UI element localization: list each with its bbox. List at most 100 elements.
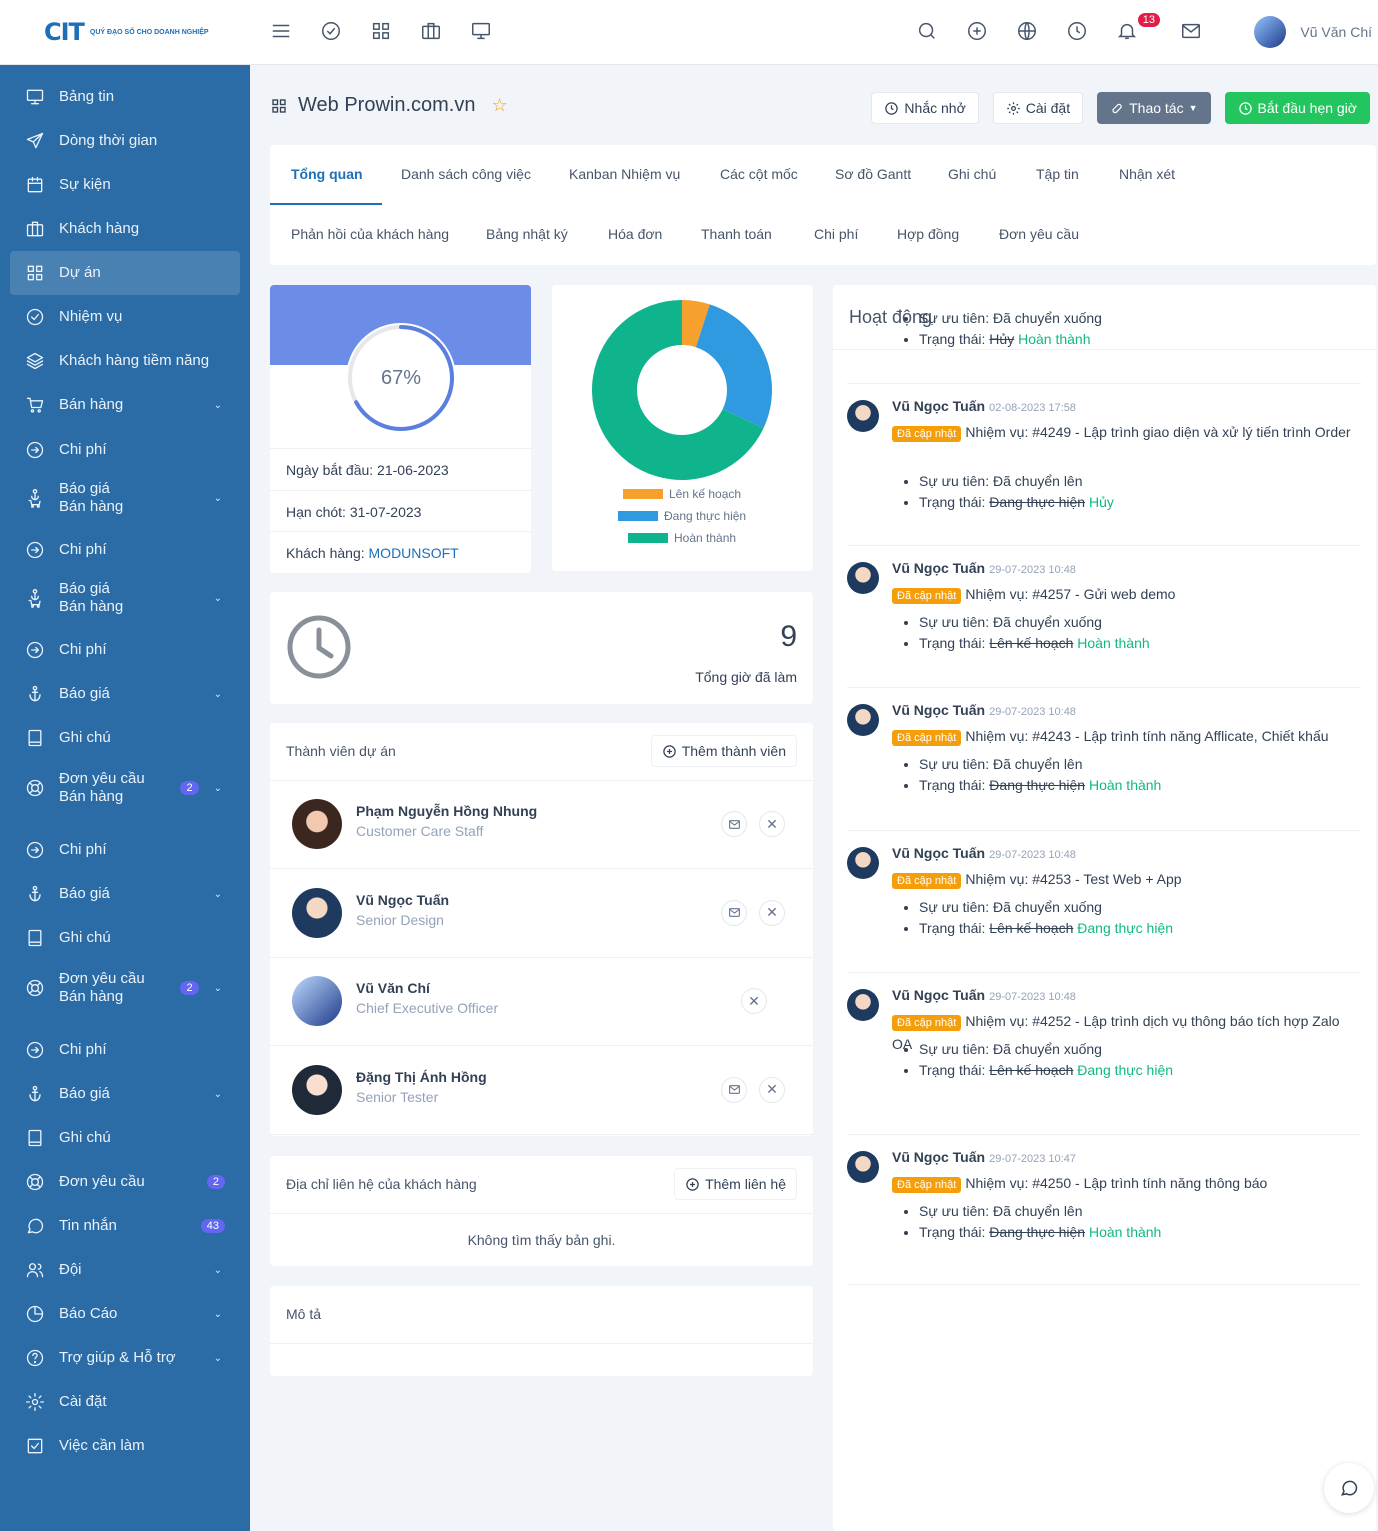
star-icon[interactable]: ☆ <box>491 95 507 116</box>
sidebar-item-8[interactable]: Chi phí <box>10 428 240 472</box>
chat-button[interactable] <box>1324 1463 1374 1513</box>
member-name[interactable]: Vũ Văn Chí <box>356 980 430 996</box>
activity-task[interactable]: Nhiệm vụ: #4249 - Lập trình giao diện và… <box>965 424 1350 440</box>
activity-task[interactable]: Nhiệm vụ: #4243 - Lập trình tính năng Af… <box>965 728 1328 744</box>
activity-time: 29-07-2023 10:47 <box>989 1153 1076 1165</box>
member-name[interactable]: Phạm Nguyễn Hồng Nhung <box>356 803 537 819</box>
sidebar-item-25[interactable]: Đội ⌄ <box>10 1248 240 1292</box>
legend-item[interactable]: Lên kế hoạch <box>623 487 741 501</box>
bell-icon[interactable]: 13 <box>1116 13 1160 42</box>
activity-user-name[interactable]: Vũ Ngọc Tuấn <box>892 398 985 414</box>
sidebar-item-26[interactable]: Báo Cáo ⌄ <box>10 1292 240 1336</box>
remove-member-button[interactable]: ✕ <box>759 1076 785 1103</box>
activity-user-name[interactable]: Vũ Ngọc Tuấn <box>892 845 985 861</box>
settings-button[interactable]: Cài đặt <box>992 92 1084 124</box>
tab-contracts[interactable]: Hợp đồng <box>897 226 959 242</box>
sidebar-item-3[interactable]: Khách hàng <box>10 207 240 251</box>
sidebar-item-2[interactable]: Sự kiện <box>10 163 240 207</box>
member-name[interactable]: Vũ Ngọc Tuấn <box>356 892 449 908</box>
sidebar-item-20[interactable]: Chi phí <box>10 1028 240 1072</box>
menu-icon[interactable] <box>270 20 292 42</box>
activity-user-name[interactable]: Vũ Ngọc Tuấn <box>892 560 985 576</box>
activity-task[interactable]: Nhiệm vụ: #4253 - Test Web + App <box>965 871 1181 887</box>
avatar <box>847 704 879 736</box>
grid-icon[interactable] <box>370 20 392 42</box>
email-member-button[interactable] <box>721 899 747 926</box>
email-member-button[interactable] <box>721 811 747 837</box>
tab-kanban[interactable]: Kanban Nhiệm vụ <box>569 166 680 182</box>
sidebar-item-1[interactable]: Dòng thời gian <box>10 119 240 163</box>
activity-item: Vũ Ngọc Tuấn 29-07-2023 10:48 Đã cập nhật… <box>847 987 1361 1135</box>
briefcase-icon[interactable] <box>420 20 442 42</box>
tab-customer-feedback[interactable]: Phản hồi của khách hàng <box>291 226 449 242</box>
tab-notes[interactable]: Ghi chú <box>948 166 996 182</box>
add-contact-button[interactable]: Thêm liên hệ <box>674 1168 797 1200</box>
sidebar-item-15[interactable]: Đơn yêu cầu Bán hàng 2 ⌄ <box>10 766 240 810</box>
donut-slice-1[interactable] <box>695 304 772 429</box>
activity-task[interactable]: Nhiệm vụ: #4250 - Lập trình tính năng th… <box>965 1175 1267 1191</box>
sidebar-item-5[interactable]: Nhiệm vụ <box>10 295 240 339</box>
sidebar-item-28[interactable]: Cài đặt <box>10 1380 240 1424</box>
sidebar-item-0[interactable]: Bảng tin <box>10 75 240 119</box>
tab-payments[interactable]: Thanh toán <box>701 226 772 242</box>
plus-circle-icon[interactable] <box>966 20 988 42</box>
tab-expenses[interactable]: Chi phí <box>814 226 858 242</box>
tab-task-list[interactable]: Danh sách công việc <box>401 166 531 182</box>
sidebar-item-6[interactable]: Khách hàng tiềm năng <box>10 339 240 383</box>
tab-files[interactable]: Tập tin <box>1036 166 1079 182</box>
sidebar-item-14[interactable]: Ghi chú <box>10 716 240 760</box>
activity-user-name[interactable]: Vũ Ngọc Tuấn <box>892 702 985 718</box>
email-member-button[interactable] <box>721 1076 747 1103</box>
sidebar-item-7[interactable]: Bán hàng ⌄ <box>10 383 240 427</box>
brand-logo[interactable]: CIT QUÝ ĐẠO SỐ CHO DOANH NGHIỆP <box>44 18 209 46</box>
remove-member-button[interactable]: ✕ <box>759 899 785 926</box>
operations-dropdown[interactable]: Thao tác ▼ <box>1097 92 1211 124</box>
sidebar-item-23[interactable]: Đơn yêu cầu 2 <box>10 1160 240 1204</box>
tab-comments[interactable]: Nhận xét <box>1119 166 1175 182</box>
check-circle-icon[interactable] <box>320 20 342 42</box>
sidebar-item-18[interactable]: Ghi chú <box>10 916 240 960</box>
add-member-button[interactable]: Thêm thành viên <box>650 735 797 767</box>
remove-member-button[interactable]: ✕ <box>759 811 785 837</box>
sidebar-item-text: Báo giá <box>59 1085 110 1102</box>
tab-requests[interactable]: Đơn yêu cầu <box>999 226 1079 242</box>
monitor-icon[interactable] <box>470 20 492 42</box>
sidebar-item-19[interactable]: Đơn yêu cầu Bán hàng 2 ⌄ <box>10 966 240 1010</box>
tab-milestones[interactable]: Các cột mốc <box>720 166 798 182</box>
tab-invoices[interactable]: Hóa đơn <box>608 226 662 242</box>
sidebar-item-11[interactable]: Báo giá Bán hàng ⌄ <box>10 576 240 620</box>
sidebar-item-16[interactable]: Chi phí <box>10 828 240 872</box>
legend-item[interactable]: Đang thực hiện <box>618 509 746 523</box>
tab-overview[interactable]: Tổng quan <box>291 166 363 182</box>
user-menu[interactable]: Vũ Văn Chí <box>1254 16 1372 48</box>
remind-button[interactable]: Nhắc nhở <box>871 92 979 124</box>
sidebar-item-label: Đơn yêu cầu Bán hàng <box>59 970 180 1006</box>
tab-timesheet[interactable]: Bảng nhật ký <box>486 226 568 242</box>
legend-item[interactable]: Hoàn thành <box>628 531 736 545</box>
sidebar-item-17[interactable]: Báo giá ⌄ <box>10 872 240 916</box>
sidebar-item-9[interactable]: Báo giá Bán hàng ⌄ <box>10 476 240 520</box>
sidebar-item-12[interactable]: Chi phí <box>10 628 240 672</box>
search-icon[interactable] <box>916 20 938 42</box>
sidebar-item-10[interactable]: Chi phí <box>10 528 240 572</box>
activity-user-name[interactable]: Vũ Ngọc Tuấn <box>892 1149 985 1165</box>
tab-gantt[interactable]: Sơ đồ Gantt <box>835 166 911 182</box>
member-name[interactable]: Đặng Thị Ánh Hồng <box>356 1069 487 1085</box>
clock-icon[interactable] <box>1066 20 1088 42</box>
priority-label: Sự ưu tiên: <box>919 1041 993 1057</box>
start-timer-button[interactable]: Bắt đầu hẹn giờ <box>1224 92 1370 124</box>
sidebar-item-4[interactable]: Dự án <box>10 251 240 295</box>
sidebar-item-21[interactable]: Báo giá ⌄ <box>10 1072 240 1116</box>
customer-link[interactable]: MODUNSOFT <box>369 545 459 561</box>
activity-user-name[interactable]: Vũ Ngọc Tuấn <box>892 987 985 1003</box>
sidebar-item-29[interactable]: Việc cần làm <box>10 1424 240 1468</box>
sidebar-item-27[interactable]: Trợ giúp & Hỗ trợ ⌄ <box>10 1336 240 1380</box>
remove-member-button[interactable]: ✕ <box>741 988 767 1014</box>
sidebar-item-22[interactable]: Ghi chú <box>10 1116 240 1160</box>
sidebar-item-13[interactable]: Báo giá ⌄ <box>10 672 240 716</box>
mail-icon[interactable] <box>1180 20 1202 42</box>
legend-swatch <box>618 511 658 521</box>
sidebar-item-24[interactable]: Tin nhắn 43 <box>10 1204 240 1248</box>
globe-icon[interactable] <box>1016 20 1038 42</box>
activity-task[interactable]: Nhiệm vụ: #4257 - Gửi web demo <box>965 586 1175 602</box>
